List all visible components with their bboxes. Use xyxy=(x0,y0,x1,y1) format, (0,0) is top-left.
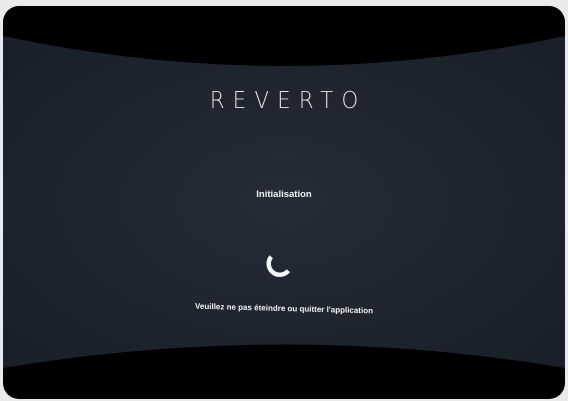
curved-screen-panel xyxy=(3,36,565,368)
loading-spinner-icon xyxy=(266,255,291,277)
status-text: Initialisation xyxy=(256,189,312,200)
app-logo: REVERTO xyxy=(209,88,367,114)
device-frame: REVERTO Initialisation Veuillez ne pas é… xyxy=(3,6,565,399)
